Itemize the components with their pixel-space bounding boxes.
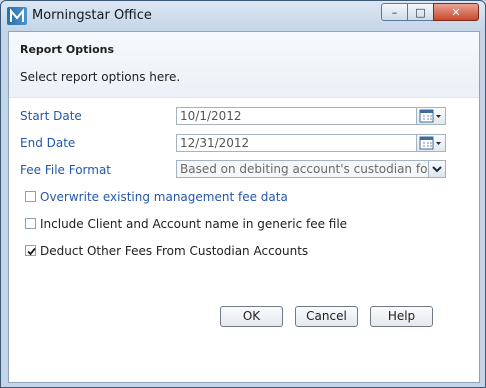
start-date-field[interactable]: 10/1/2012	[176, 107, 446, 125]
start-date-calendar-button[interactable]	[416, 108, 445, 124]
end-date-label: End Date	[20, 136, 76, 150]
ok-button[interactable]: OK	[220, 306, 283, 327]
cancel-button[interactable]: Cancel	[295, 306, 358, 327]
close-icon: ✕	[451, 6, 461, 19]
options-header: Report Options Select report options her…	[9, 32, 479, 98]
maximize-icon: □	[415, 6, 426, 19]
start-date-value: 10/1/2012	[180, 109, 242, 123]
fee-file-format-dropdown-button[interactable]	[428, 161, 445, 177]
deduct-other-fees-checkbox[interactable]	[25, 245, 36, 256]
calendar-icon	[419, 136, 441, 150]
end-date-calendar-button[interactable]	[416, 135, 445, 151]
close-button[interactable]: ✕	[433, 3, 479, 21]
dialog-window: Morningstar Office – □ ✕ Report Options …	[0, 0, 486, 388]
include-client-account-label[interactable]: Include Client and Account name in gener…	[40, 217, 347, 231]
fee-file-format-value: Based on debiting account's custodian fo…	[180, 162, 446, 176]
title-bar[interactable]: Morningstar Office – □ ✕	[1, 1, 485, 31]
window-title: Morningstar Office	[32, 8, 152, 23]
start-date-label: Start Date	[20, 109, 82, 123]
maximize-button[interactable]: □	[407, 3, 434, 21]
morningstar-logo-icon	[7, 7, 27, 25]
dialog-body: Report Options Select report options her…	[8, 31, 480, 383]
end-date-field[interactable]: 12/31/2012	[176, 134, 446, 152]
minimize-icon: –	[391, 6, 398, 19]
minimize-button[interactable]: –	[381, 3, 408, 21]
deduct-other-fees-label[interactable]: Deduct Other Fees From Custodian Account…	[40, 244, 308, 258]
fee-file-format-select[interactable]: Based on debiting account's custodian fo…	[176, 160, 446, 178]
end-date-value: 12/31/2012	[180, 136, 250, 150]
overwrite-fee-data-checkbox[interactable]	[25, 191, 36, 202]
fee-file-format-label: Fee File Format	[20, 163, 112, 177]
include-client-account-checkbox[interactable]	[25, 218, 36, 229]
help-button[interactable]: Help	[370, 306, 433, 327]
overwrite-fee-data-label[interactable]: Overwrite existing management fee data	[40, 190, 288, 204]
calendar-icon	[419, 109, 441, 123]
checkmark-icon	[27, 247, 36, 256]
header-subtitle: Select report options here.	[20, 70, 181, 84]
header-title: Report Options	[20, 43, 115, 56]
chevron-down-icon	[432, 166, 442, 173]
